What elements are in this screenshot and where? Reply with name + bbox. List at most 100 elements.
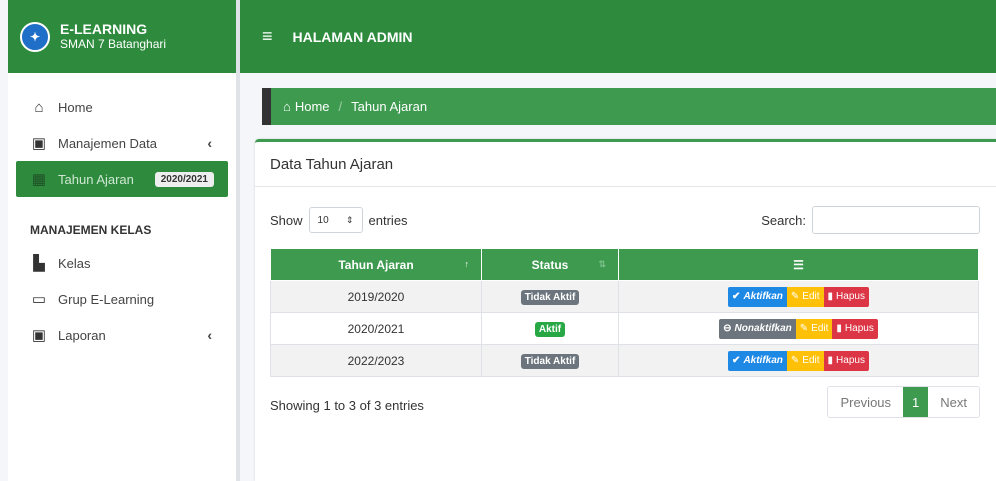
sidebar-item-tahun-ajaran[interactable]: ▦ Tahun Ajaran 2020/2021	[16, 161, 228, 197]
column-header-label: Tahun Ajaran	[338, 257, 414, 272]
sidebar-item-label: Manajemen Data	[58, 135, 157, 151]
breadcrumb-home-label: Home	[294, 99, 330, 114]
search-input[interactable]	[812, 206, 980, 234]
column-header-actions: ☰	[618, 248, 979, 281]
actions-cell: ✔ Aktifkan ✎ Edit ▮ Hapus	[618, 344, 979, 377]
status-cell: Tidak Aktif	[481, 344, 619, 377]
column-header-year[interactable]: Tahun Ajaran ↑	[270, 248, 482, 281]
breadcrumb-home[interactable]: ⌂ Home	[283, 99, 330, 114]
sidebar-item-label: Grup E-Learning	[58, 291, 155, 307]
chevron-left-icon: ‹	[207, 135, 212, 151]
chevron-left-icon: ‹	[207, 327, 212, 343]
entries-select-value: 10	[317, 214, 329, 226]
minus-circle-icon: ⊖	[723, 323, 732, 334]
brand-subtitle: SMAN 7 Batanghari	[60, 37, 167, 51]
sort-updown-icon: ⇕	[345, 214, 354, 225]
status-cell: Tidak Aktif	[481, 280, 619, 313]
delete-label: Hapus	[836, 291, 865, 302]
sidebar-nav: ⌂ Home ▣ Manajemen Data ‹ ▦ Tahun Ajaran…	[8, 73, 236, 353]
edit-icon: ✎	[790, 291, 800, 302]
sidebar-item-laporan[interactable]: ▣ Laporan ‹	[16, 317, 228, 353]
trash-icon: ▮	[827, 291, 834, 302]
page-1-button[interactable]: 1	[903, 387, 929, 417]
sidebar-section-header: MANAJEMEN KELAS	[30, 223, 152, 237]
entries-select[interactable]: 10 ⇕	[308, 207, 363, 233]
sidebar-item-grup-elearning[interactable]: ▭ Grup E-Learning	[16, 281, 228, 317]
sidebar-item-manajemen-data[interactable]: ▣ Manajemen Data ‹	[16, 125, 228, 161]
brand-title: E-LEARNING	[60, 21, 148, 37]
active-year-badge: 2020/2021	[154, 171, 214, 187]
chat-group-icon: ▭	[31, 291, 47, 308]
trash-icon: ▮	[836, 323, 842, 334]
sort-asc-icon: ↑	[464, 259, 470, 269]
edit-button[interactable]: ✎ Edit	[786, 350, 824, 371]
next-page-button[interactable]: Next	[928, 387, 979, 417]
sidebar-item-home[interactable]: ⌂ Home	[16, 89, 228, 125]
actions-cell: ⊖ Nonaktifkan ✎ Edit ▮ Hapus	[618, 312, 979, 345]
edit-button[interactable]: ✎ Edit	[786, 286, 824, 307]
year-cell: 2022/2023	[270, 344, 482, 377]
data-card: Data Tahun Ajaran Show 10 ⇕ entries Sear…	[255, 139, 996, 481]
sidebar-item-label: Laporan	[58, 327, 106, 343]
table-controls: Show 10 ⇕ entries Search:	[270, 206, 980, 234]
page-header-title: HALAMAN ADMIN	[292, 28, 413, 45]
delete-button[interactable]: ▮ Hapus	[823, 350, 869, 371]
tahun-ajaran-table: Tahun Ajaran ↑ Status ⇅ ☰ 2019/2020 Tida…	[270, 248, 979, 377]
pagination: Previous 1 Next	[827, 386, 980, 418]
clipboard-icon: ▣	[31, 327, 47, 344]
sort-both-icon: ⇅	[598, 259, 606, 269]
activate-button[interactable]: ✔ Aktifkan	[728, 286, 787, 307]
year-cell: 2020/2021	[270, 312, 482, 345]
deactivate-label: Nonaktifkan	[734, 323, 792, 334]
edit-label: Edit	[811, 323, 829, 334]
status-cell: Aktif	[481, 312, 619, 345]
top-header: ≡ HALAMAN ADMIN	[240, 0, 996, 73]
sidebar-item-label: Home	[58, 99, 93, 115]
sidebar: ✦ E-LEARNING SMAN 7 Batanghari ⌂ Home ▣ …	[8, 0, 240, 481]
breadcrumb: ⌂ Home / Tahun Ajaran	[262, 88, 996, 125]
previous-page-button[interactable]: Previous	[828, 387, 903, 417]
search-label: Search:	[761, 212, 806, 228]
year-cell: 2019/2020	[270, 280, 482, 313]
trash-icon: ▮	[827, 355, 834, 366]
edit-button[interactable]: ✎ Edit	[795, 318, 833, 339]
sidebar-item-label: Kelas	[58, 255, 91, 271]
delete-label: Hapus	[844, 323, 874, 334]
delete-button[interactable]: ▮ Hapus	[823, 286, 869, 307]
delete-label: Hapus	[836, 355, 865, 366]
show-label: Show	[270, 212, 303, 228]
menu-toggle-icon[interactable]: ≡	[262, 26, 273, 47]
status-badge: Aktif	[534, 321, 566, 337]
activate-label: Aktifkan	[743, 355, 783, 366]
edit-label: Edit	[802, 355, 820, 366]
calendar-icon: ▦	[31, 171, 47, 188]
table-info: Showing 1 to 3 of 3 entries	[270, 398, 424, 413]
sliders-icon: ☰	[793, 257, 804, 272]
clipboard-icon: ▣	[31, 135, 47, 152]
column-header-label: Status	[531, 257, 569, 272]
school-logo-icon: ✦	[20, 21, 50, 52]
breadcrumb-separator: /	[338, 99, 343, 114]
column-header-status[interactable]: Status ⇅	[481, 248, 619, 281]
entries-label: entries	[368, 212, 408, 228]
status-badge: Tidak Aktif	[520, 353, 580, 369]
edit-label: Edit	[802, 291, 820, 302]
delete-button[interactable]: ▮ Hapus	[832, 318, 878, 339]
home-icon: ⌂	[34, 98, 44, 116]
actions-cell: ✔ Aktifkan ✎ Edit ▮ Hapus	[618, 280, 979, 313]
status-badge: Tidak Aktif	[520, 289, 580, 305]
deactivate-button[interactable]: ⊖ Nonaktifkan	[719, 318, 796, 339]
activate-label: Aktifkan	[743, 291, 783, 302]
table-row: 2022/2023 Tidak Aktif ✔ Aktifkan ✎ Edit ▮ Hap…	[270, 344, 979, 377]
activate-button[interactable]: ✔ Aktifkan	[728, 350, 787, 371]
check-circle-icon: ✔	[732, 355, 741, 366]
brand[interactable]: ✦ E-LEARNING SMAN 7 Batanghari	[8, 0, 236, 73]
card-title: Data Tahun Ajaran	[255, 142, 996, 187]
breadcrumb-current: Tahun Ajaran	[351, 99, 428, 114]
table-row: 2020/2021 Aktif ⊖ Nonaktifkan ✎ Edit ▮ Hapus	[270, 312, 979, 345]
sidebar-item-kelas[interactable]: ▙ Kelas	[16, 245, 228, 281]
home-icon: ⌂	[283, 99, 291, 114]
table-row: 2019/2020 Tidak Aktif ✔ Aktifkan ✎ Edit ▮ Hap…	[270, 280, 979, 313]
edit-icon: ✎	[799, 323, 809, 334]
classroom-icon: ▙	[33, 255, 45, 272]
